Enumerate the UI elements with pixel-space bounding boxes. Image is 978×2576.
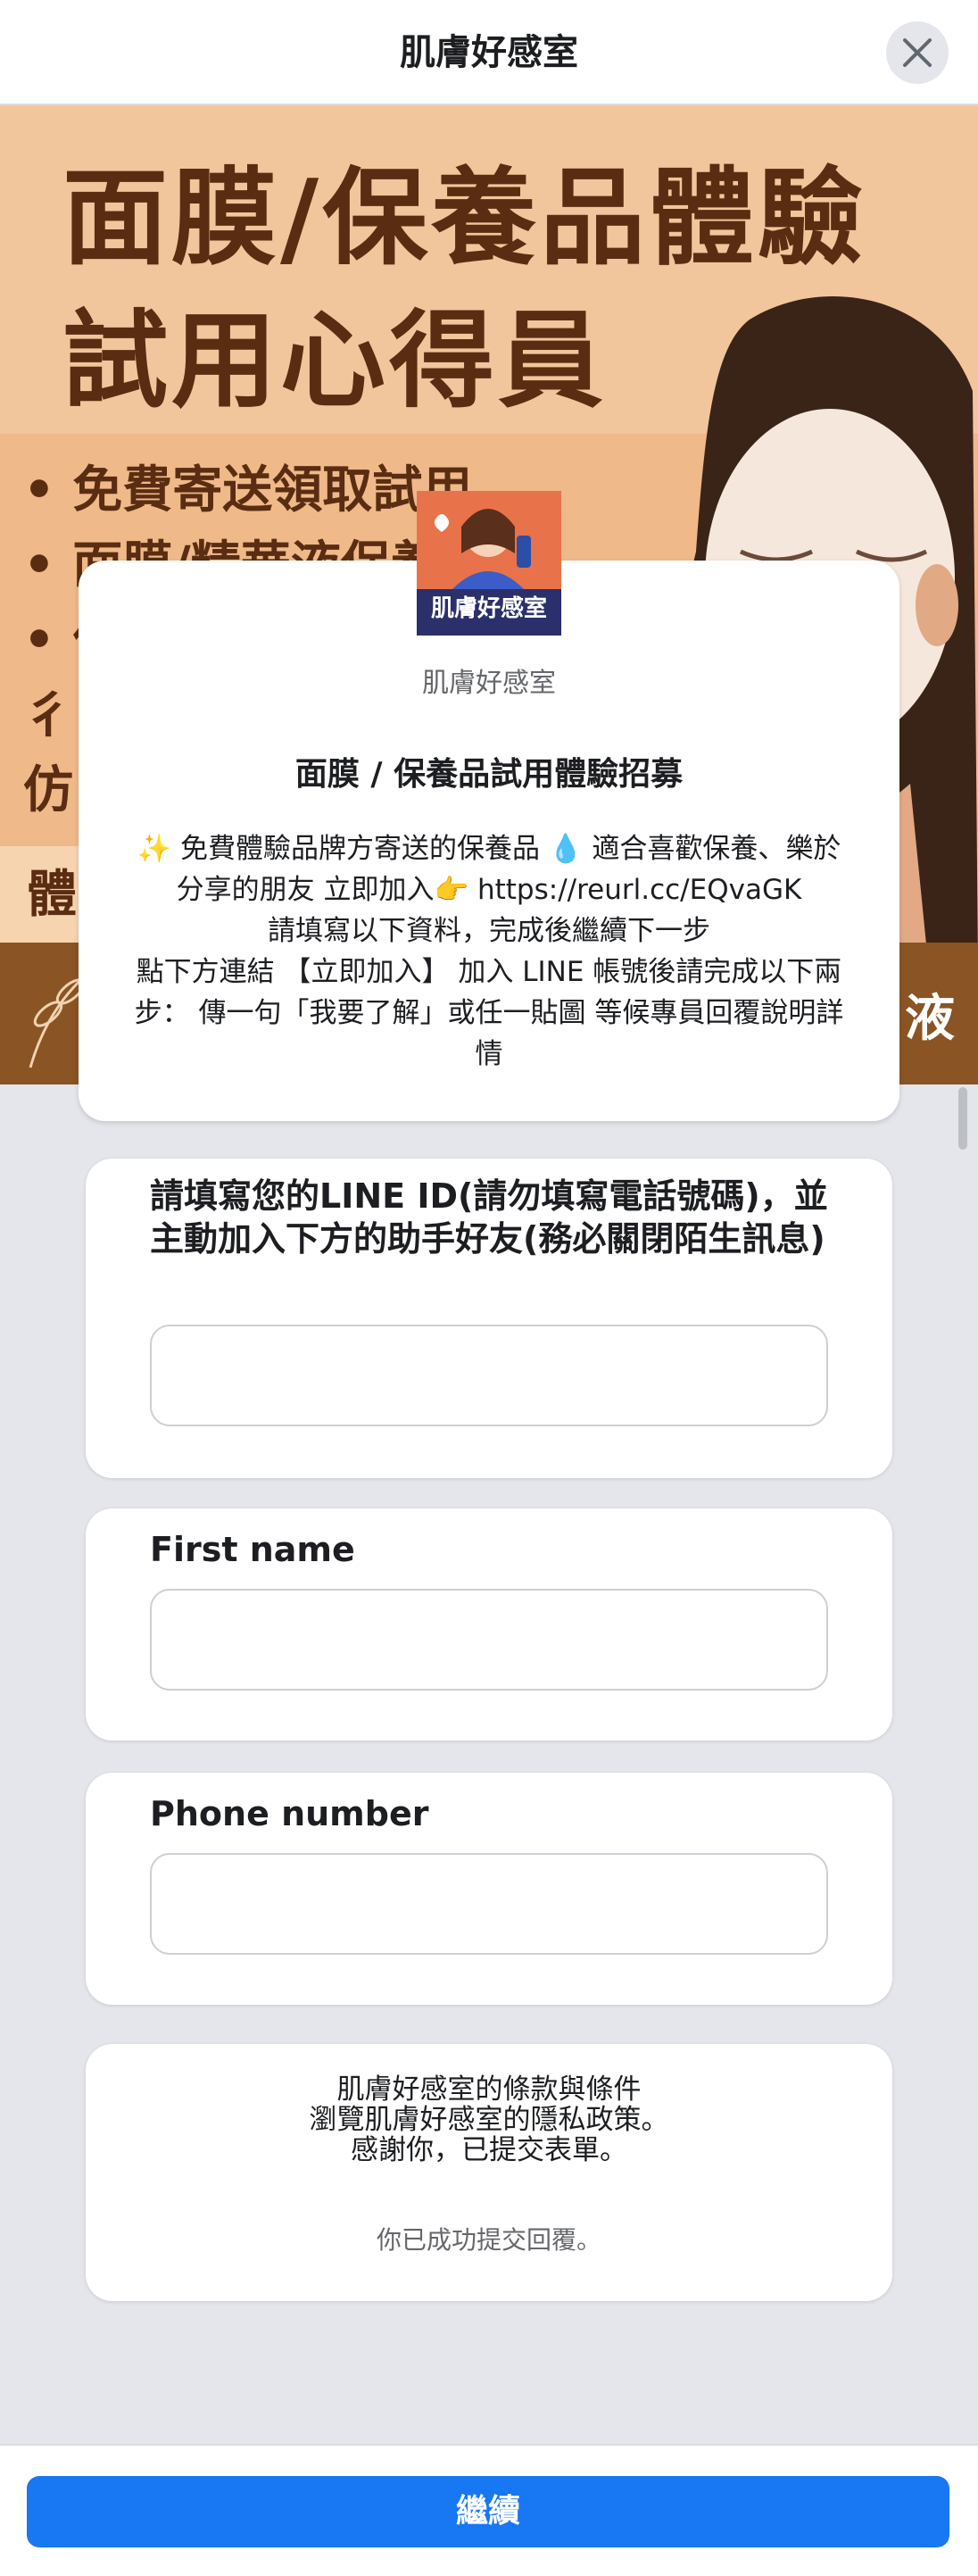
phone-number-label: Phone number [150, 1794, 429, 1833]
top-bar: 肌膚好感室 [0, 0, 978, 105]
hero-bullet: • 免費寄送領取試用 [23, 461, 473, 519]
first-name-question-card: First name [86, 1508, 892, 1741]
phone-number-question-card: Phone number [86, 1773, 892, 2005]
privacy-link[interactable]: 瀏覽肌膚好感室的隱私政策。 [86, 2105, 892, 2135]
page-logo: 肌膚好感室 [417, 491, 561, 636]
thanks-text: 感謝你，已提交表單。 [351, 2134, 627, 2166]
footer-card: 肌膚好感室的條款與條件 瀏覽肌膚好感室的隱私政策。 感謝你，已提交表單。 你已成… [86, 2044, 892, 2301]
form-description: ✨ 免費體驗品牌方寄送的保養品 💧 適合喜歡保養、樂於分享的朋友 立即加入👉 h… [132, 828, 846, 1075]
phone-number-input[interactable] [150, 1853, 828, 1955]
scrollbar[interactable] [958, 1087, 967, 1150]
hero-brown-text: 液 [905, 990, 955, 1048]
first-name-input[interactable] [150, 1589, 828, 1691]
close-icon [903, 38, 932, 67]
success-message: 你已成功提交回覆。 [376, 2225, 601, 2255]
close-button[interactable] [886, 21, 949, 84]
line-id-question-card: 請填寫您的LINE ID(請勿填寫電話號碼)，並主動加入下方的助手好友(務必關閉… [86, 1159, 892, 1478]
page-name: 肌膚好感室 [422, 668, 556, 699]
continue-button[interactable]: 繼續 [27, 2476, 949, 2547]
page-title: 肌膚好感室 [400, 32, 578, 73]
logo-text: 肌膚好感室 [430, 595, 547, 622]
line-id-input[interactable] [150, 1325, 828, 1426]
description-line: 請填寫以下資料，完成後繼續下一步 [268, 915, 710, 947]
hero-headline-line2: 試用心得員 [62, 299, 608, 422]
hero-headline-line1: 面膜/保養品體驗 [62, 156, 867, 279]
bottom-bar: 繼續 [0, 2444, 978, 2576]
description-line: ✨ 免費體驗品牌方寄送的保養品 💧 適合喜歡保養、樂於分享的朋友 立即加入👉 h… [137, 833, 841, 906]
terms-link[interactable]: 肌膚好感室的條款與條件 [86, 2074, 892, 2105]
form-title: 面膜 / 保養品試用體驗招募 [294, 756, 684, 793]
first-name-label: First name [150, 1530, 355, 1569]
description-line: 點下方連結 【立即加入】 加入 LINE 帳號後請完成以下兩步： 傳一句「我要了… [134, 956, 844, 1070]
line-id-label: 請填寫您的LINE ID(請勿填寫電話號碼)，並主動加入下方的助手好友(務必關閉… [150, 1176, 828, 1259]
